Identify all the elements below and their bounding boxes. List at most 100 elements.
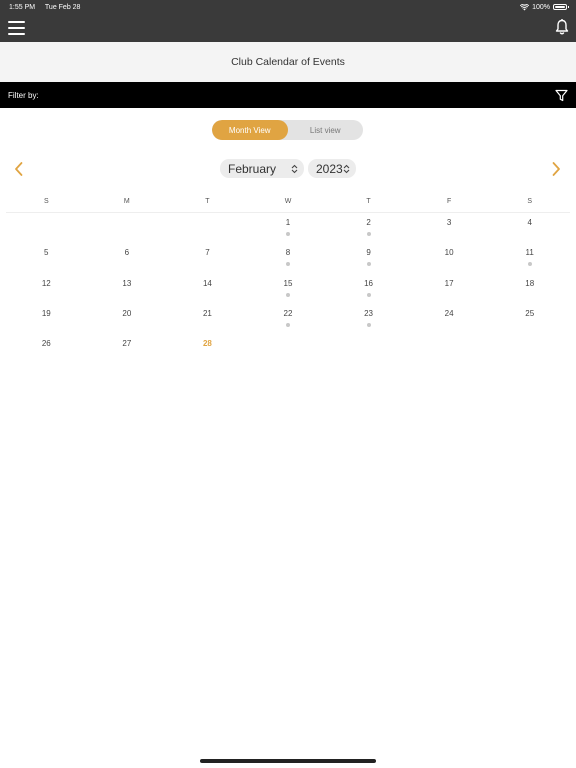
calendar-day[interactable]: 26 [6,335,87,365]
year-picker-value: 2023 [316,161,343,176]
calendar-day-number: 8 [285,248,291,258]
next-month-chevron-icon[interactable] [550,161,562,177]
calendar-day-number: 23 [364,308,374,318]
status-bar: 1:55 PM Tue Feb 28 100% [0,0,576,14]
calendar-day-number: 11 [525,248,534,258]
battery-percent: 100% [532,3,550,11]
event-dot [285,322,290,327]
weekday-label: T [205,198,210,205]
view-toggle: Month View List view [212,120,363,140]
menu-icon[interactable] [8,21,25,35]
calendar-day-number: 15 [283,278,293,288]
calendar-day[interactable]: 13 [87,275,168,305]
month-picker[interactable]: February [220,159,304,178]
month-picker-value: February [228,161,277,176]
calendar-day[interactable]: 8 [248,244,329,274]
status-left: 1:55 PM Tue Feb 28 [9,4,88,11]
event-dot [366,292,371,297]
calendar-empty-cell [6,214,87,244]
calendar-day[interactable]: 22 [248,305,329,335]
calendar-day-number: 14 [202,278,212,288]
calendar-day-number: 4 [527,218,532,227]
battery-icon [553,4,569,10]
calendar-day[interactable]: 20 [87,305,168,335]
weekday-label: F [446,198,452,205]
event-dot [366,322,371,327]
page-title-bar: Club Calendar of Events [0,42,576,82]
weekday-label: M [123,198,130,205]
weekday-header: S M T W T F S [6,196,570,213]
status-right: 100% [520,3,569,11]
calendar-day-number: 9 [366,248,371,258]
filter-icon[interactable] [555,89,568,102]
calendar-day[interactable]: 5 [6,244,87,274]
calendar-day-number: 5 [44,248,49,258]
calendar-day-number: 18 [525,278,535,288]
event-dot [366,232,371,236]
wifi-icon [520,3,530,10]
calendar-day[interactable]: 12 [6,275,87,305]
calendar-day-number: 16 [364,278,374,288]
bell-icon[interactable] [555,18,569,36]
calendar-day-number: 24 [444,308,454,318]
calendar-day-number: 10 [444,248,454,258]
month-view-tab[interactable]: Month View [212,120,288,140]
calendar-day[interactable]: 4 [489,214,570,244]
status-time: 1:55 PM [9,3,36,11]
calendar-day[interactable]: 2 [328,214,409,244]
calendar-day-number: 3 [446,218,452,227]
calendar-grid: 1 2 3 4 5 6 7 8 9 10 11 12 13 14 15 16 17 18 19 20 21 22 23 24 2… [6,214,570,365]
calendar-day[interactable]: 19 [6,305,87,335]
calendar-day-number: 22 [283,308,293,318]
calendar-day[interactable]: 3 [409,214,490,244]
weekday-label: S [527,198,533,205]
calendar-day-number: 13 [122,278,132,288]
nav-bar [0,14,576,42]
calendar-day[interactable]: 15 [248,275,329,305]
calendar-day-number: 1 [285,218,291,227]
event-dot [527,262,532,267]
calendar-day-number: 12 [41,278,51,288]
calendar-day-number: 28 [202,339,212,349]
calendar-day[interactable]: 9 [328,244,409,274]
filter-bar[interactable]: Filter by: [0,82,576,108]
page-title: Club Calendar of Events [231,56,345,68]
calendar-day[interactable]: 1 [248,214,329,244]
prev-month-chevron-icon[interactable] [13,161,25,177]
calendar-day-number: 7 [205,248,210,258]
calendar-day[interactable]: 23 [328,305,409,335]
event-dot [285,232,290,236]
calendar-day[interactable]: 16 [328,275,409,305]
calendar-day-today[interactable]: 28 [167,335,248,365]
calendar-day[interactable]: 10 [409,244,490,274]
calendar-day[interactable]: 25 [489,305,570,335]
calendar-day[interactable]: 7 [167,244,248,274]
calendar-day[interactable]: 6 [87,244,168,274]
calendar-day[interactable]: 14 [167,275,248,305]
event-dot [366,262,371,267]
calendar-day[interactable]: 24 [409,305,490,335]
status-date: Tue Feb 28 [44,3,81,11]
event-dot [285,262,290,267]
calendar-day-number: 20 [122,308,132,318]
calendar-empty-cell [87,214,168,244]
calendar-day-number: 25 [525,308,535,318]
filter-label: Filter by: [8,90,39,100]
home-indicator[interactable] [200,759,376,763]
year-picker[interactable]: 2023 [308,159,356,178]
event-dot [285,292,290,297]
calendar-day[interactable]: 18 [489,275,570,305]
calendar-day-number: 27 [122,339,132,349]
list-view-tab[interactable]: List view [288,120,364,140]
calendar-day-number: 26 [41,339,51,349]
calendar-day[interactable]: 27 [87,335,168,365]
calendar-day[interactable]: 17 [409,275,490,305]
calendar-day-number: 19 [41,308,51,318]
calendar-day[interactable]: 21 [167,305,248,335]
calendar-day-number: 2 [366,218,371,227]
calendar-day-number: 6 [124,248,130,258]
calendar-day-number: 17 [444,278,454,288]
calendar-day[interactable]: 11 [489,244,570,274]
calendar-day-number: 21 [202,308,212,318]
weekday-label: S [43,198,49,205]
